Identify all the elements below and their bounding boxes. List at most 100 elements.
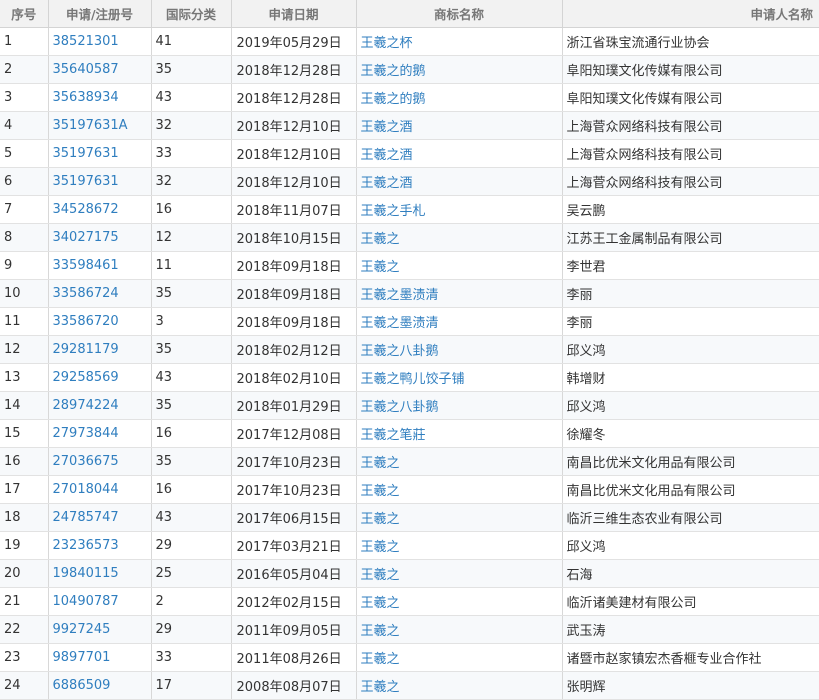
table-header: 序号 申请/注册号 国际分类 申请日期 商标名称 申请人名称 xyxy=(0,0,819,28)
cell-trademark-name[interactable]: 王羲之手札 xyxy=(356,195,563,224)
cell-registration-number[interactable]: 23236573 xyxy=(48,531,152,560)
cell-registration-number[interactable]: 33598461 xyxy=(48,251,152,280)
cell-registration-number[interactable]: 6886509 xyxy=(48,671,152,700)
cell-registration-number[interactable]: 24785747 xyxy=(48,503,152,532)
cell-index: 19 xyxy=(0,531,49,560)
cell-applicant-name: 吴云鹏 xyxy=(562,195,819,224)
cell-registration-number[interactable]: 35640587 xyxy=(48,55,152,84)
cell-application-date: 2018年09月18日 xyxy=(231,251,357,280)
cell-trademark-name[interactable]: 王羲之酒 xyxy=(356,139,563,168)
cell-application-date: 2018年09月18日 xyxy=(231,279,357,308)
cell-registration-number[interactable]: 29258569 xyxy=(48,363,152,392)
table-row: 22 9927245 29 2011年09月05日 王羲之 武玉涛 xyxy=(0,615,819,644)
cell-index: 14 xyxy=(0,391,49,420)
cell-index: 10 xyxy=(0,279,49,308)
cell-application-date: 2011年09月05日 xyxy=(231,615,357,644)
cell-trademark-name[interactable]: 王羲之的鹅 xyxy=(356,55,563,84)
cell-registration-number[interactable]: 35197631A xyxy=(48,111,152,140)
cell-index: 23 xyxy=(0,643,49,672)
cell-application-date: 2018年01月29日 xyxy=(231,391,357,420)
cell-registration-number[interactable]: 9897701 xyxy=(48,643,152,672)
cell-application-date: 2018年12月28日 xyxy=(231,83,357,112)
cell-registration-number[interactable]: 34528672 xyxy=(48,195,152,224)
cell-applicant-name: 阜阳知璞文化传媒有限公司 xyxy=(562,83,819,112)
cell-registration-number[interactable]: 38521301 xyxy=(48,27,152,56)
cell-trademark-name[interactable]: 王羲之 xyxy=(356,475,563,504)
cell-trademark-name[interactable]: 王羲之杯 xyxy=(356,27,563,56)
cell-applicant-name: 邱义鸿 xyxy=(562,391,819,420)
cell-application-date: 2018年11月07日 xyxy=(231,195,357,224)
cell-trademark-name[interactable]: 王羲之 xyxy=(356,559,563,588)
table-row: 23 9897701 33 2011年08月26日 王羲之 诸暨市赵家镇宏杰香榧专业合作社 xyxy=(0,643,819,672)
cell-trademark-name[interactable]: 王羲之八卦鹅 xyxy=(356,335,563,364)
cell-registration-number[interactable]: 35197631 xyxy=(48,167,152,196)
cell-registration-number[interactable]: 35197631 xyxy=(48,139,152,168)
cell-trademark-name[interactable]: 王羲之 xyxy=(356,615,563,644)
cell-applicant-name: 韩增财 xyxy=(562,363,819,392)
cell-trademark-name[interactable]: 王羲之酒 xyxy=(356,167,563,196)
cell-applicant-name: 南昌比优米文化用品有限公司 xyxy=(562,475,819,504)
cell-registration-number[interactable]: 29281179 xyxy=(48,335,152,364)
table-row: 17 27018044 16 2017年10月23日 王羲之 南昌比优米文化用品有限公司 xyxy=(0,475,819,504)
cell-trademark-name[interactable]: 王羲之 xyxy=(356,447,563,476)
cell-trademark-name[interactable]: 王羲之鸭儿饺子铺 xyxy=(356,363,563,392)
cell-trademark-name[interactable]: 王羲之 xyxy=(356,671,563,700)
cell-registration-number[interactable]: 27036675 xyxy=(48,447,152,476)
cell-trademark-name[interactable]: 王羲之的鹅 xyxy=(356,83,563,112)
table-body: 1 38521301 41 2019年05月29日 王羲之杯 浙江省珠宝流通行业协会 2 35… xyxy=(0,27,819,700)
cell-index: 17 xyxy=(0,475,49,504)
cell-index: 12 xyxy=(0,335,49,364)
cell-registration-number[interactable]: 35638934 xyxy=(48,83,152,112)
cell-trademark-name[interactable]: 王羲之墨渍清 xyxy=(356,279,563,308)
cell-international-class: 2 xyxy=(151,587,232,616)
table-row: 15 27973844 16 2017年12月08日 王羲之笔莊 徐耀冬 xyxy=(0,419,819,448)
cell-international-class: 12 xyxy=(151,223,232,252)
cell-application-date: 2011年08月26日 xyxy=(231,643,357,672)
cell-international-class: 43 xyxy=(151,83,232,112)
cell-index: 15 xyxy=(0,419,49,448)
cell-trademark-name[interactable]: 王羲之八卦鹅 xyxy=(356,391,563,420)
cell-international-class: 11 xyxy=(151,251,232,280)
cell-applicant-name: 上海菅众网络科技有限公司 xyxy=(562,139,819,168)
cell-registration-number[interactable]: 10490787 xyxy=(48,587,152,616)
cell-registration-number[interactable]: 19840115 xyxy=(48,559,152,588)
cell-trademark-name[interactable]: 王羲之 xyxy=(356,251,563,280)
cell-applicant-name: 邱义鸿 xyxy=(562,531,819,560)
cell-index: 13 xyxy=(0,363,49,392)
cell-trademark-name[interactable]: 王羲之 xyxy=(356,503,563,532)
cell-international-class: 29 xyxy=(151,531,232,560)
cell-trademark-name[interactable]: 王羲之 xyxy=(356,587,563,616)
cell-application-date: 2019年05月29日 xyxy=(231,27,357,56)
table-row: 10 33586724 35 2018年09月18日 王羲之墨渍清 李丽 xyxy=(0,279,819,308)
cell-applicant-name: 临沂诸美建材有限公司 xyxy=(562,587,819,616)
cell-application-date: 2016年05月04日 xyxy=(231,559,357,588)
cell-registration-number[interactable]: 33586720 xyxy=(48,307,152,336)
table-row: 13 29258569 43 2018年02月10日 王羲之鸭儿饺子铺 韩增财 xyxy=(0,363,819,392)
header-international-class: 国际分类 xyxy=(151,0,232,28)
cell-registration-number[interactable]: 33586724 xyxy=(48,279,152,308)
table-row: 9 33598461 11 2018年09月18日 王羲之 李世君 xyxy=(0,251,819,280)
cell-trademark-name[interactable]: 王羲之酒 xyxy=(356,111,563,140)
cell-trademark-name[interactable]: 王羲之 xyxy=(356,643,563,672)
header-applicant-name: 申请人名称 xyxy=(562,0,819,28)
header-index: 序号 xyxy=(0,0,49,28)
cell-index: 7 xyxy=(0,195,49,224)
trademark-table: 序号 申请/注册号 国际分类 申请日期 商标名称 申请人名称 1 38521301… xyxy=(0,0,819,700)
cell-applicant-name: 诸暨市赵家镇宏杰香榧专业合作社 xyxy=(562,643,819,672)
cell-applicant-name: 临沂三维生态农业有限公司 xyxy=(562,503,819,532)
cell-registration-number[interactable]: 28974224 xyxy=(48,391,152,420)
table-row: 2 35640587 35 2018年12月28日 王羲之的鹅 阜阳知璞文化传媒有限公司 xyxy=(0,55,819,84)
cell-registration-number[interactable]: 34027175 xyxy=(48,223,152,252)
cell-index: 20 xyxy=(0,559,49,588)
cell-trademark-name[interactable]: 王羲之笔莊 xyxy=(356,419,563,448)
cell-trademark-name[interactable]: 王羲之墨渍清 xyxy=(356,307,563,336)
cell-index: 22 xyxy=(0,615,49,644)
cell-registration-number[interactable]: 27973844 xyxy=(48,419,152,448)
cell-registration-number[interactable]: 9927245 xyxy=(48,615,152,644)
cell-index: 6 xyxy=(0,167,49,196)
cell-trademark-name[interactable]: 王羲之 xyxy=(356,531,563,560)
cell-applicant-name: 浙江省珠宝流通行业协会 xyxy=(562,27,819,56)
cell-registration-number[interactable]: 27018044 xyxy=(48,475,152,504)
table-row: 19 23236573 29 2017年03月21日 王羲之 邱义鸿 xyxy=(0,531,819,560)
cell-trademark-name[interactable]: 王羲之 xyxy=(356,223,563,252)
